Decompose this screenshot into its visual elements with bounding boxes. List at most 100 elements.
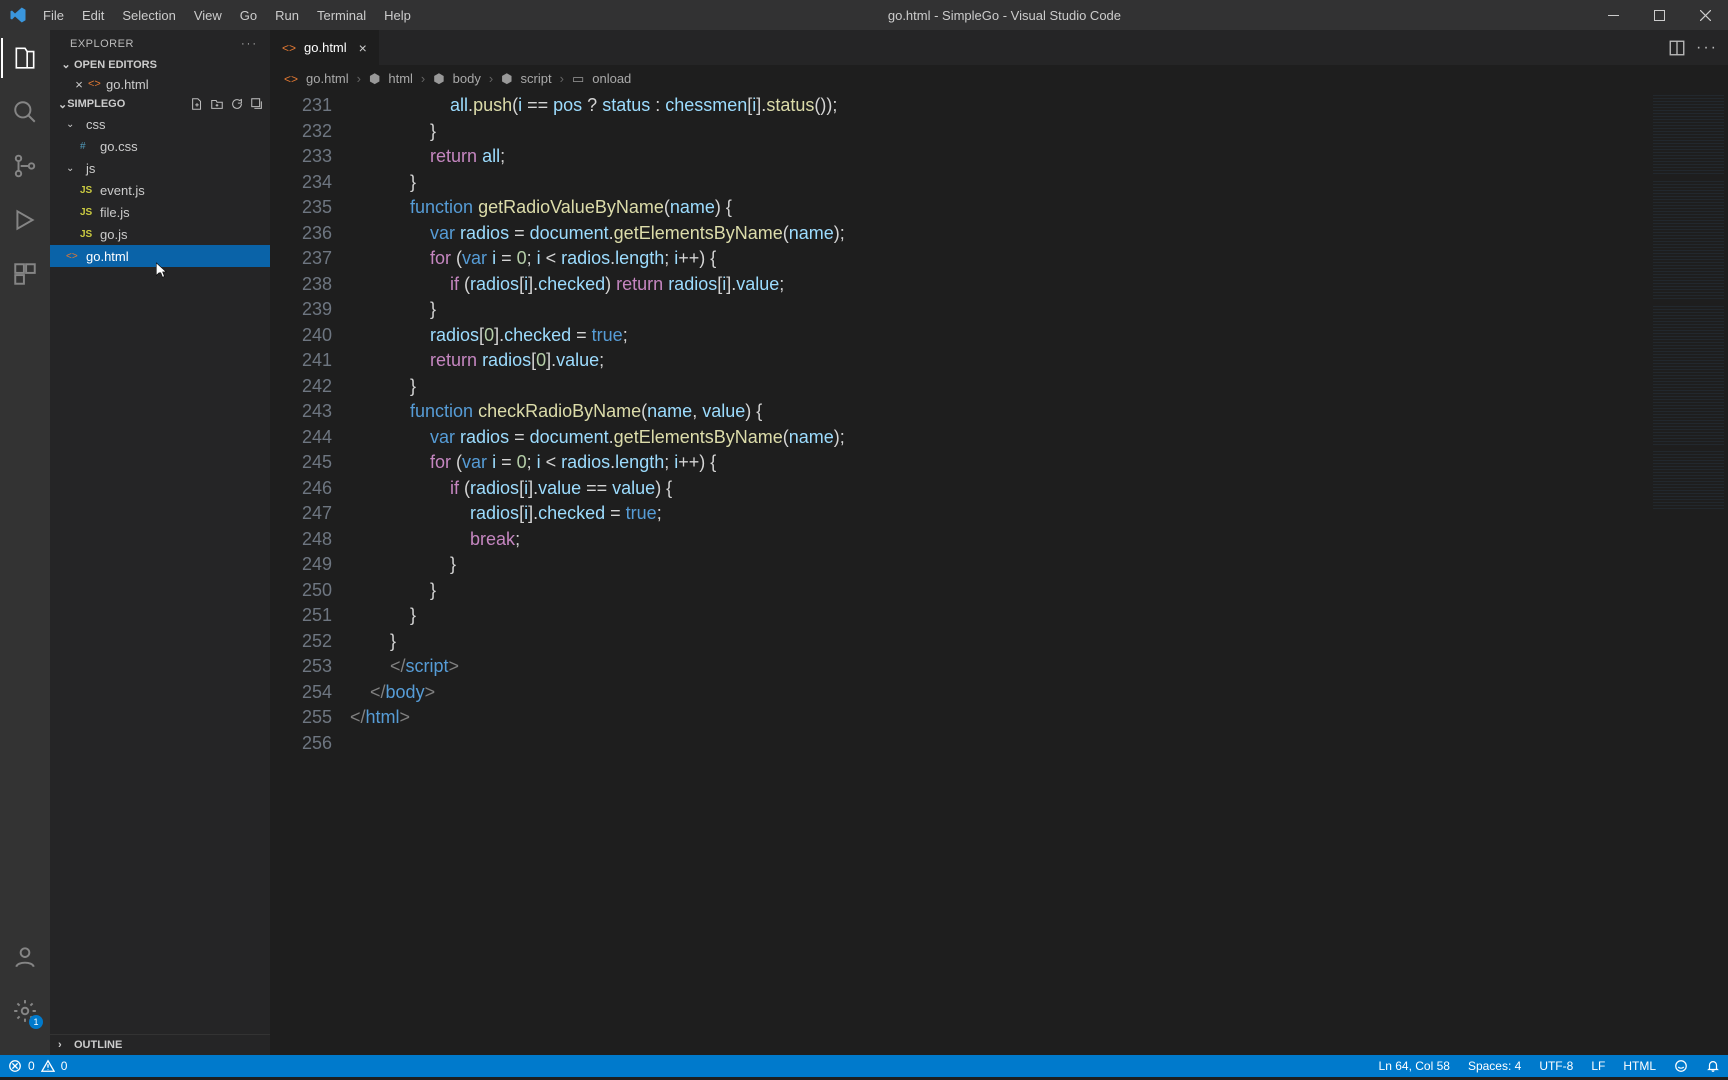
close-button[interactable]: [1682, 0, 1728, 30]
folder-label: css: [86, 117, 106, 132]
tab-go-html[interactable]: <> go.html ×: [270, 30, 380, 65]
file-label: event.js: [100, 183, 145, 198]
chevron-right-icon: ›: [489, 71, 493, 86]
account-icon[interactable]: [1, 937, 49, 977]
file-file-js[interactable]: JS file.js: [50, 201, 270, 223]
menu-selection[interactable]: Selection: [114, 4, 183, 27]
folder-css[interactable]: ⌄ css: [50, 113, 270, 135]
pointer-cursor-icon: [150, 260, 166, 280]
chevron-down-icon: ⌄: [66, 119, 86, 130]
vscode-logo-icon: [0, 6, 35, 24]
breadcrumb-item[interactable]: script: [521, 71, 552, 86]
folder-label: js: [86, 161, 95, 176]
js-file-icon: JS: [80, 185, 100, 196]
line-gutter: 231 232 233 234 235 236 237 238 239 240 …: [270, 91, 350, 1055]
extensions-icon[interactable]: [1, 254, 49, 294]
settings-badge: 1: [29, 1015, 43, 1029]
menu-help[interactable]: Help: [376, 4, 419, 27]
title-bar: File Edit Selection View Go Run Terminal…: [0, 0, 1728, 30]
project-name: SIMPLEGO: [67, 98, 125, 110]
minimap[interactable]: [1648, 91, 1728, 1055]
file-go-css[interactable]: # go.css: [50, 135, 270, 157]
status-encoding[interactable]: UTF-8: [1539, 1059, 1573, 1073]
menu-view[interactable]: View: [186, 4, 230, 27]
file-label: file.js: [100, 205, 130, 220]
code-content[interactable]: all.push(i == pos ? status : chessmen[i]…: [350, 91, 1648, 1055]
file-go-js[interactable]: JS go.js: [50, 223, 270, 245]
file-label: go.html: [86, 249, 129, 264]
collapse-all-icon[interactable]: [250, 97, 264, 111]
outline-label: OUTLINE: [74, 1039, 122, 1051]
chevron-right-icon: ›: [421, 71, 425, 86]
open-editor-item[interactable]: × <> go.html: [50, 73, 270, 95]
close-icon[interactable]: ×: [70, 77, 88, 92]
bell-icon[interactable]: [1706, 1059, 1720, 1073]
menu-file[interactable]: File: [35, 4, 72, 27]
refresh-icon[interactable]: [230, 97, 244, 111]
open-editor-filename: go.html: [106, 77, 149, 92]
status-eol[interactable]: LF: [1591, 1059, 1605, 1073]
window-title: go.html - SimpleGo - Visual Studio Code: [419, 8, 1590, 23]
js-file-icon: JS: [80, 229, 100, 240]
editor-area: <> go.html × ··· <> go.html › ⬢ html › ⬢…: [270, 30, 1728, 1055]
error-count: 0: [28, 1059, 35, 1073]
new-file-icon[interactable]: [190, 97, 204, 111]
chevron-down-icon: ⌄: [66, 163, 86, 174]
tab-label: go.html: [304, 40, 347, 55]
chevron-right-icon: ›: [560, 71, 564, 86]
activity-bar: 1: [0, 30, 50, 1055]
explorer-more-icon[interactable]: ···: [241, 38, 258, 50]
split-editor-icon[interactable]: [1668, 39, 1686, 57]
symbol-icon: ▭: [572, 71, 584, 87]
breadcrumb-item[interactable]: body: [453, 71, 481, 86]
folder-js[interactable]: ⌄ js: [50, 157, 270, 179]
menu-bar: File Edit Selection View Go Run Terminal…: [35, 4, 419, 27]
minimize-button[interactable]: [1590, 0, 1636, 30]
menu-terminal[interactable]: Terminal: [309, 4, 374, 27]
open-editors-label: OPEN EDITORS: [74, 59, 157, 71]
file-label: go.css: [100, 139, 138, 154]
warning-count: 0: [61, 1059, 68, 1073]
close-tab-icon[interactable]: ×: [359, 40, 367, 56]
html-file-icon: <>: [88, 78, 106, 90]
maximize-button[interactable]: [1636, 0, 1682, 30]
explorer-icon[interactable]: [1, 38, 49, 78]
breadcrumb-item[interactable]: html: [388, 71, 413, 86]
menu-run[interactable]: Run: [267, 4, 307, 27]
new-folder-icon[interactable]: [210, 97, 224, 111]
code-editor[interactable]: 231 232 233 234 235 236 237 238 239 240 …: [270, 91, 1728, 1055]
chevron-down-icon: ⌄: [58, 98, 67, 111]
status-spaces[interactable]: Spaces: 4: [1468, 1059, 1521, 1073]
chevron-right-icon: ›: [58, 1039, 74, 1051]
symbol-icon: ⬢: [433, 71, 444, 87]
status-errors[interactable]: 0 0: [8, 1059, 67, 1073]
open-editors-section[interactable]: ⌄ OPEN EDITORS: [50, 56, 270, 73]
chevron-down-icon: ⌄: [58, 58, 74, 71]
file-label: go.js: [100, 227, 127, 242]
status-language[interactable]: HTML: [1623, 1059, 1656, 1073]
breadcrumb-item[interactable]: onload: [592, 71, 631, 86]
symbol-icon: ⬢: [369, 71, 380, 87]
feedback-icon[interactable]: [1674, 1059, 1688, 1073]
js-file-icon: JS: [80, 207, 100, 218]
settings-gear-icon[interactable]: 1: [1, 991, 49, 1031]
chevron-right-icon: ›: [357, 71, 361, 86]
status-cursor-pos[interactable]: Ln 64, Col 58: [1379, 1059, 1450, 1073]
outline-section[interactable]: › OUTLINE: [50, 1034, 270, 1055]
explorer-sidebar: EXPLORER ··· ⌄ OPEN EDITORS × <> go.html…: [50, 30, 270, 1055]
file-event-js[interactable]: JS event.js: [50, 179, 270, 201]
editor-more-icon[interactable]: ···: [1696, 39, 1718, 57]
css-file-icon: #: [80, 141, 100, 152]
project-section[interactable]: ⌄SIMPLEGO: [50, 95, 270, 113]
run-debug-icon[interactable]: [1, 200, 49, 240]
status-bar: 0 0 Ln 64, Col 58 Spaces: 4 UTF-8 LF HTM…: [0, 1055, 1728, 1077]
breadcrumb-item[interactable]: go.html: [306, 71, 349, 86]
menu-edit[interactable]: Edit: [74, 4, 112, 27]
explorer-title: EXPLORER: [70, 38, 134, 50]
breadcrumb[interactable]: <> go.html › ⬢ html › ⬢ body › ⬢ script …: [270, 65, 1728, 91]
source-control-icon[interactable]: [1, 146, 49, 186]
file-go-html[interactable]: <> go.html: [50, 245, 270, 267]
menu-go[interactable]: Go: [232, 4, 265, 27]
search-icon[interactable]: [1, 92, 49, 132]
html-file-icon: <>: [284, 72, 298, 86]
